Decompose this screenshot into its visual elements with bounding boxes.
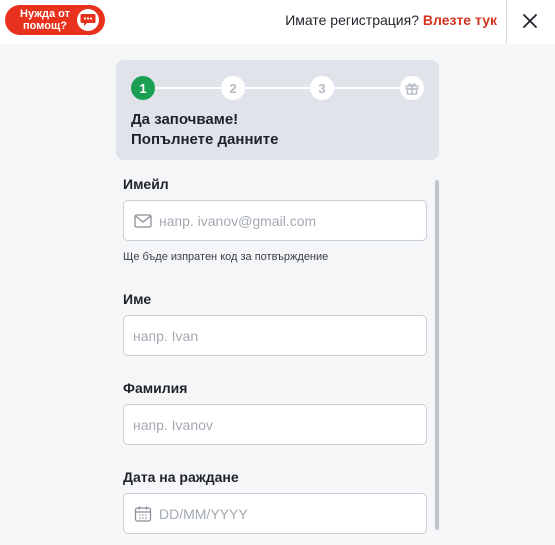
last-name-field[interactable]	[123, 404, 427, 445]
help-button[interactable]: Нужда от помощ?	[5, 5, 105, 35]
calendar-icon	[133, 504, 153, 524]
first-name-input[interactable]	[133, 327, 383, 344]
progress-card: 1 2 3 Да започваме! Попълнете данните	[116, 60, 439, 160]
card-title: Да започваме! Попълнете данните	[131, 110, 278, 150]
step-3: 3	[310, 76, 334, 100]
birth-date-input[interactable]	[159, 505, 409, 522]
birth-date-field[interactable]	[123, 493, 427, 534]
email-label: Имейл	[123, 176, 169, 192]
login-link[interactable]: Влезте тук	[423, 12, 497, 28]
chat-bubble-icon	[77, 9, 99, 31]
email-hint: Ще бъде изпратен код за потвърждение	[123, 251, 329, 263]
step-2: 2	[221, 76, 245, 100]
first-name-label: Име	[123, 291, 152, 307]
email-input[interactable]	[159, 212, 409, 229]
top-bar: Нужда от помощ? Имате регистрация? Влезт…	[0, 0, 555, 44]
header-divider	[506, 0, 507, 44]
login-prompt-text: Имате регистрация?	[285, 12, 419, 28]
step-1: 1	[131, 76, 155, 100]
close-icon	[523, 14, 537, 28]
first-name-field[interactable]	[123, 315, 427, 356]
step-final	[400, 76, 424, 100]
help-button-label: Нужда от помощ?	[20, 8, 70, 32]
last-name-input[interactable]	[133, 416, 383, 433]
envelope-icon	[133, 211, 153, 231]
steps-connector	[144, 87, 414, 89]
birth-date-label: Дата на раждане	[123, 469, 239, 485]
close-button[interactable]	[517, 8, 543, 34]
form-scrollbar[interactable]	[435, 180, 439, 530]
card-title-line1: Да започваме!	[131, 111, 239, 128]
last-name-label: Фамилия	[123, 380, 188, 396]
card-title-line2: Попълнете данните	[131, 131, 279, 148]
gift-icon	[405, 83, 419, 95]
login-prompt-area: Имате регистрация? Влезте тук	[285, 12, 497, 28]
email-field[interactable]	[123, 200, 427, 241]
